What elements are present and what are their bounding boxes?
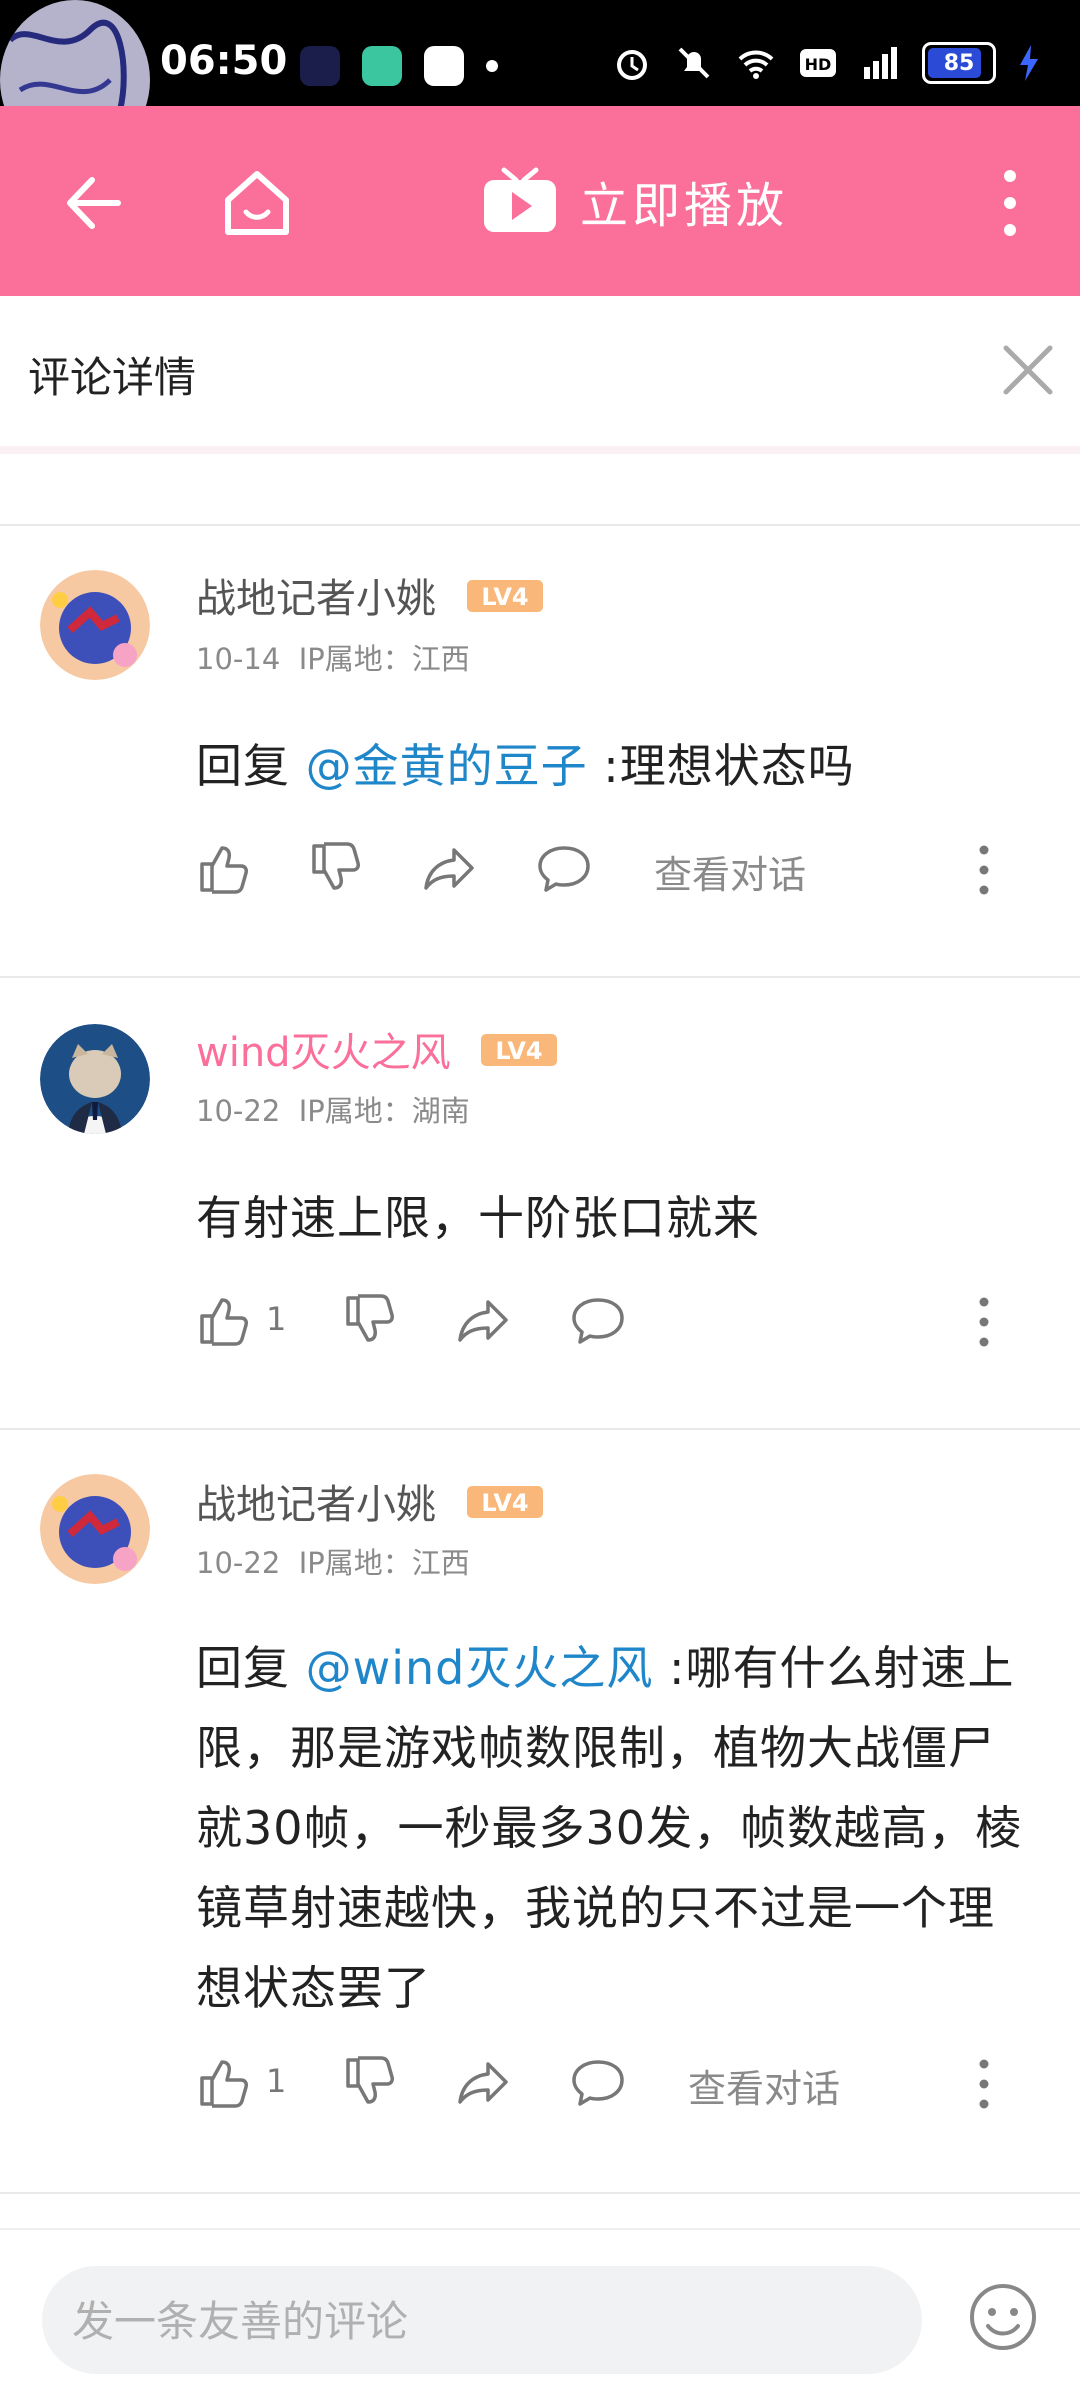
mute-icon xyxy=(678,47,710,79)
comment-text: 回复 @金黄的豆子 :理想状态吗 xyxy=(196,739,855,793)
status-time: 06:50 xyxy=(160,38,288,84)
comment-meta: 10-22 IP属地：湖南 xyxy=(196,1094,470,1128)
comment-text: 回复 @wind灭火之风 :哪有什么射速上限，那是游戏帧数限制，植物大战僵尸就3… xyxy=(196,1641,1023,2015)
view-conversation-link[interactable]: 查看对话 xyxy=(654,844,806,899)
close-icon[interactable] xyxy=(1000,342,1056,398)
avatar[interactable] xyxy=(40,1474,150,1584)
app-notification-icon xyxy=(300,46,340,86)
comment-actions: 查看对话 xyxy=(196,840,1036,900)
wifi-icon xyxy=(738,50,774,79)
mention-link[interactable]: @金黄的豆子 xyxy=(306,739,588,793)
status-indicators: HD 85 xyxy=(612,42,1040,84)
like-icon[interactable] xyxy=(196,840,252,896)
level-badge: LV4 xyxy=(481,1030,558,1080)
comment-actions: 1 查看对话 xyxy=(196,2054,1036,2114)
alarm-icon xyxy=(617,50,647,80)
notification-icons xyxy=(300,46,498,86)
charging-icon xyxy=(1020,45,1038,81)
mention-link[interactable]: @wind灭火之风 xyxy=(306,1641,654,1695)
username[interactable]: wind灭火之风 LV4 xyxy=(196,1020,558,1080)
comment-more-icon[interactable] xyxy=(976,1292,992,1352)
home-icon[interactable] xyxy=(220,166,294,240)
detail-title: 评论详情 xyxy=(28,353,197,402)
reply-icon[interactable] xyxy=(536,840,592,896)
comment-more-icon[interactable] xyxy=(976,840,992,900)
more-options-icon[interactable] xyxy=(1000,168,1020,238)
reply-icon[interactable] xyxy=(570,1292,626,1348)
like-icon[interactable] xyxy=(196,1292,252,1348)
comment-meta: 10-14 IP属地：江西 xyxy=(196,642,470,676)
reply-icon[interactable] xyxy=(570,2054,626,2110)
avatar[interactable] xyxy=(40,570,150,680)
svg-text:LV4: LV4 xyxy=(481,583,528,611)
battery-indicator: 85 xyxy=(922,42,996,84)
comment-detail-header: 评论详情 xyxy=(0,296,1080,454)
play-now-button[interactable]: 立即播放 xyxy=(480,166,788,236)
svg-text:HD: HD xyxy=(805,55,832,74)
comment-item: 战地记者小姚 LV4 10-22 IP属地：江西 回复 @wind灭火之风 :哪… xyxy=(0,1430,1080,2192)
share-icon[interactable] xyxy=(456,2054,512,2110)
signal-icon xyxy=(864,47,897,79)
comment-text: 有射速上限，十阶张口就来 xyxy=(196,1191,760,1245)
avatar[interactable] xyxy=(40,1024,150,1134)
username[interactable]: 战地记者小姚 LV4 xyxy=(196,1472,543,1532)
svg-text:LV4: LV4 xyxy=(481,1489,528,1517)
divider xyxy=(0,2192,1080,2194)
hd-icon: HD xyxy=(800,49,836,77)
level-badge: LV4 xyxy=(466,1482,543,1532)
app-notification-icon xyxy=(362,46,402,86)
comment-more-icon[interactable] xyxy=(976,2054,992,2114)
play-now-label: 立即播放 xyxy=(580,178,789,234)
baidu-icon xyxy=(424,46,464,86)
comment-meta: 10-22 IP属地：江西 xyxy=(196,1546,470,1580)
share-icon[interactable] xyxy=(422,840,478,896)
like-icon[interactable] xyxy=(196,2054,252,2110)
comment-input-wrapper xyxy=(42,2266,922,2376)
svg-text:LV4: LV4 xyxy=(496,1037,543,1065)
dislike-icon[interactable] xyxy=(308,840,364,896)
comment-item: 战地记者小姚 LV4 10-14 IP属地：江西 回复 @金黄的豆子 :理想状态… xyxy=(0,526,1080,976)
dislike-icon[interactable] xyxy=(342,2054,398,2110)
emoji-icon[interactable] xyxy=(968,2282,1038,2352)
like-count: 1 xyxy=(266,2062,287,2100)
top-bar: 立即播放 xyxy=(0,106,1080,296)
comment-item: wind灭火之风 LV4 10-22 IP属地：湖南 有射速上限，十阶张口就来 … xyxy=(0,978,1080,1428)
status-bar: 06:50 HD 85 xyxy=(0,0,1080,160)
level-badge: LV4 xyxy=(466,576,543,626)
username[interactable]: 战地记者小姚 LV4 xyxy=(196,566,543,626)
dislike-icon[interactable] xyxy=(342,1292,398,1348)
share-icon[interactable] xyxy=(456,1292,512,1348)
comment-actions: 1 xyxy=(196,1292,1036,1352)
back-arrow-icon[interactable] xyxy=(62,172,124,234)
dot-icon xyxy=(486,60,498,72)
like-count: 1 xyxy=(266,1300,287,1338)
tv-icon xyxy=(484,167,556,232)
comment-input-bar xyxy=(0,2228,1080,2402)
comment-input[interactable] xyxy=(70,2266,894,2376)
view-conversation-link[interactable]: 查看对话 xyxy=(688,2058,840,2113)
